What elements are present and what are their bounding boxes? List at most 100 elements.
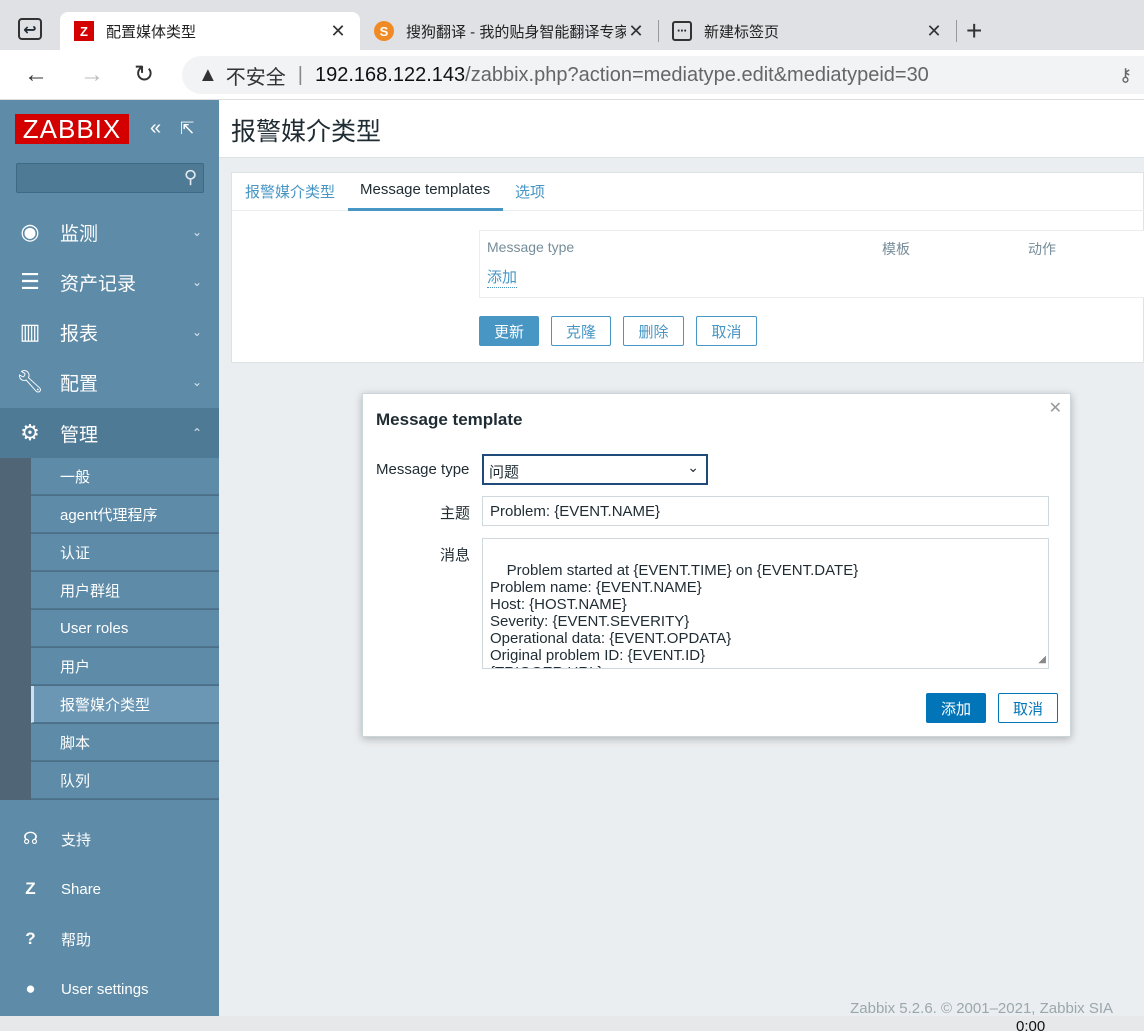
page-footer: Zabbix 5.2.6. © 2001–2021, Zabbix SIA bbox=[850, 1000, 1113, 1017]
message-type-value: 问题 bbox=[489, 464, 520, 481]
message-label: 消息 bbox=[440, 547, 471, 564]
zabbix-logo[interactable]: ZABBIX bbox=[15, 114, 129, 144]
wrench-icon: 🔧︎ bbox=[16, 369, 44, 394]
menu-label: 支持 bbox=[61, 831, 92, 849]
message-textarea[interactable]: Problem started at {EVENT.TIME} on {EVEN… bbox=[482, 538, 1049, 669]
tab-divider bbox=[956, 20, 957, 42]
tab-title: 新建标签页 bbox=[704, 23, 780, 41]
chevron-down-icon: ⌄ bbox=[191, 325, 203, 339]
menu-share[interactable]: Z Share bbox=[0, 864, 219, 914]
subject-label: 主题 bbox=[440, 505, 471, 522]
sidebar-search-input[interactable]: ⚲ bbox=[16, 163, 204, 193]
back-arrow-icon[interactable]: ← bbox=[24, 60, 48, 90]
menu-label: 报表 bbox=[60, 323, 99, 345]
add-template-link[interactable]: 添加 bbox=[487, 266, 518, 288]
os-taskbar: 0:00 bbox=[0, 1016, 1144, 1031]
tab-title: 配置媒体类型 bbox=[106, 23, 197, 41]
page-header: 报警媒介类型 bbox=[219, 100, 1144, 158]
menu-help[interactable]: ? 帮助 bbox=[0, 914, 219, 964]
menu-user-settings[interactable]: ● User settings bbox=[0, 964, 219, 1014]
column-header-action: 动作 bbox=[1028, 241, 1056, 257]
url-field[interactable]: ▲ 不安全 | 192.168.122.143 /zabbix.php?acti… bbox=[182, 56, 1144, 94]
collapse-sidebar-icon[interactable]: « bbox=[150, 117, 161, 140]
submenu-item-user-groups[interactable]: 用户群组 bbox=[31, 572, 219, 609]
submenu-item-authentication[interactable]: 认证 bbox=[31, 534, 219, 571]
cancel-button[interactable]: 取消 bbox=[696, 316, 757, 346]
submenu-item-general[interactable]: 一般 bbox=[31, 458, 219, 495]
message-text: Problem started at {EVENT.TIME} on {EVEN… bbox=[490, 562, 859, 668]
help-icon: ? bbox=[25, 929, 36, 948]
tab-options[interactable]: 选项 bbox=[515, 181, 545, 202]
submenu-indent-bar bbox=[0, 458, 31, 800]
close-icon[interactable]: ✕ bbox=[1049, 398, 1062, 418]
warning-triangle-icon: ▲ bbox=[198, 63, 218, 86]
taskbar-clock: 0:00 bbox=[1016, 1018, 1046, 1031]
message-type-select[interactable]: 问题 ⌄ bbox=[482, 454, 708, 485]
column-header-message-type: Message type bbox=[487, 239, 575, 255]
window-menu-icon[interactable]: ↩ bbox=[18, 18, 42, 40]
menu-support[interactable]: ☊ 支持 bbox=[0, 814, 219, 864]
address-bar-row: ← → ↻ ▲ 不安全 | 192.168.122.143 /zabbix.ph… bbox=[0, 50, 1144, 100]
menu-reports[interactable]: ▥ 报表 ⌄ bbox=[0, 307, 219, 357]
browser-tab-newtab[interactable]: ⋯ 新建标签页 ✕ bbox=[658, 12, 956, 50]
menu-label: 管理 bbox=[60, 424, 99, 446]
clone-button[interactable]: 克隆 bbox=[551, 316, 611, 346]
delete-button[interactable]: 删除 bbox=[623, 316, 684, 346]
browser-tab-sogou[interactable]: S 搜狗翻译 - 我的贴身智能翻译专家 ✕ bbox=[360, 12, 658, 50]
gear-icon: ⚙ bbox=[20, 420, 40, 445]
new-tab-plus-icon[interactable]: + bbox=[966, 16, 982, 46]
kiosk-mode-icon[interactable]: ⇱ bbox=[180, 119, 194, 139]
zabbix-favicon-icon: Z bbox=[74, 21, 94, 41]
menu-label: Share bbox=[61, 880, 102, 898]
sogou-favicon-icon: S bbox=[374, 21, 394, 41]
menu-inventory[interactable]: ☰ 资产记录 ⌄ bbox=[0, 257, 219, 307]
menu-monitoring[interactable]: ◉ 监测 ⌄ bbox=[0, 207, 219, 257]
key-icon[interactable]: ⚷ bbox=[1119, 65, 1132, 86]
tab-close-icon[interactable]: ✕ bbox=[328, 21, 348, 42]
menu-administration[interactable]: ⚙ 管理 ⌃ bbox=[0, 408, 219, 458]
submenu-item-proxies[interactable]: agent代理程序 bbox=[31, 496, 219, 533]
update-button[interactable]: 更新 bbox=[479, 316, 539, 346]
url-path: /zabbix.php?action=mediatype.edit&mediat… bbox=[465, 63, 929, 86]
active-tab-indicator bbox=[348, 208, 503, 211]
reload-icon[interactable]: ↻ bbox=[134, 60, 154, 90]
media-type-form: 报警媒介类型 Message templates 选项 Message type… bbox=[231, 172, 1144, 363]
submenu-item-queue[interactable]: 队列 bbox=[31, 762, 219, 799]
resize-grip-icon[interactable]: ◢ bbox=[1038, 651, 1046, 668]
submenu-item-user-roles[interactable]: User roles bbox=[31, 610, 219, 647]
browser-tab-active[interactable]: Z 配置媒体类型 ✕ bbox=[60, 12, 360, 50]
menu-label: 配置 bbox=[60, 373, 99, 395]
dialog-title: Message template bbox=[376, 410, 523, 429]
tab-message-templates[interactable]: Message templates bbox=[360, 181, 490, 198]
forward-arrow-icon[interactable]: → bbox=[80, 60, 104, 90]
chevron-down-icon: ⌄ bbox=[687, 459, 699, 475]
menu-label: 帮助 bbox=[61, 931, 92, 949]
subject-input[interactable]: Problem: {EVENT.NAME} bbox=[482, 496, 1049, 526]
tab-title: 搜狗翻译 - 我的贴身智能翻译专家 bbox=[406, 23, 626, 41]
menu-configuration[interactable]: 🔧︎ 配置 ⌄ bbox=[0, 357, 219, 407]
bar-chart-icon: ▥ bbox=[19, 319, 41, 344]
tab-close-icon[interactable]: ✕ bbox=[924, 21, 944, 42]
user-icon: ● bbox=[25, 979, 36, 998]
dialog-add-button[interactable]: 添加 bbox=[926, 693, 986, 723]
form-tabs: 报警媒介类型 Message templates 选项 bbox=[232, 173, 1144, 211]
submenu-item-users[interactable]: 用户 bbox=[31, 648, 219, 685]
headset-icon: ☊ bbox=[22, 829, 39, 848]
tab-close-icon[interactable]: ✕ bbox=[626, 21, 646, 42]
url-host: 192.168.122.143 bbox=[315, 63, 466, 86]
dialog-cancel-button[interactable]: 取消 bbox=[998, 693, 1058, 723]
submenu-item-scripts[interactable]: 脚本 bbox=[31, 724, 219, 761]
submenu-item-media-types[interactable]: 报警媒介类型 bbox=[31, 686, 219, 723]
newtab-favicon-icon: ⋯ bbox=[672, 21, 692, 41]
sidebar: ZABBIX « ⇱ ⚲ ◉ 监测 ⌄ ☰ 资产记录 ⌄ ▥ 报表 ⌄ 🔧︎ 配… bbox=[0, 100, 219, 1016]
tab-media-type[interactable]: 报警媒介类型 bbox=[245, 181, 335, 202]
security-label: 不安全 bbox=[225, 66, 286, 89]
list-icon: ☰ bbox=[20, 269, 40, 294]
message-type-label: Message type bbox=[376, 461, 470, 478]
search-icon[interactable]: ⚲ bbox=[184, 167, 197, 188]
eye-icon: ◉ bbox=[20, 219, 40, 244]
chevron-down-icon: ⌄ bbox=[191, 275, 203, 289]
share-icon: Z bbox=[25, 879, 36, 898]
page-title: 报警媒介类型 bbox=[231, 118, 382, 146]
message-templates-table: Message type 模板 动作 添加 bbox=[479, 230, 1144, 298]
